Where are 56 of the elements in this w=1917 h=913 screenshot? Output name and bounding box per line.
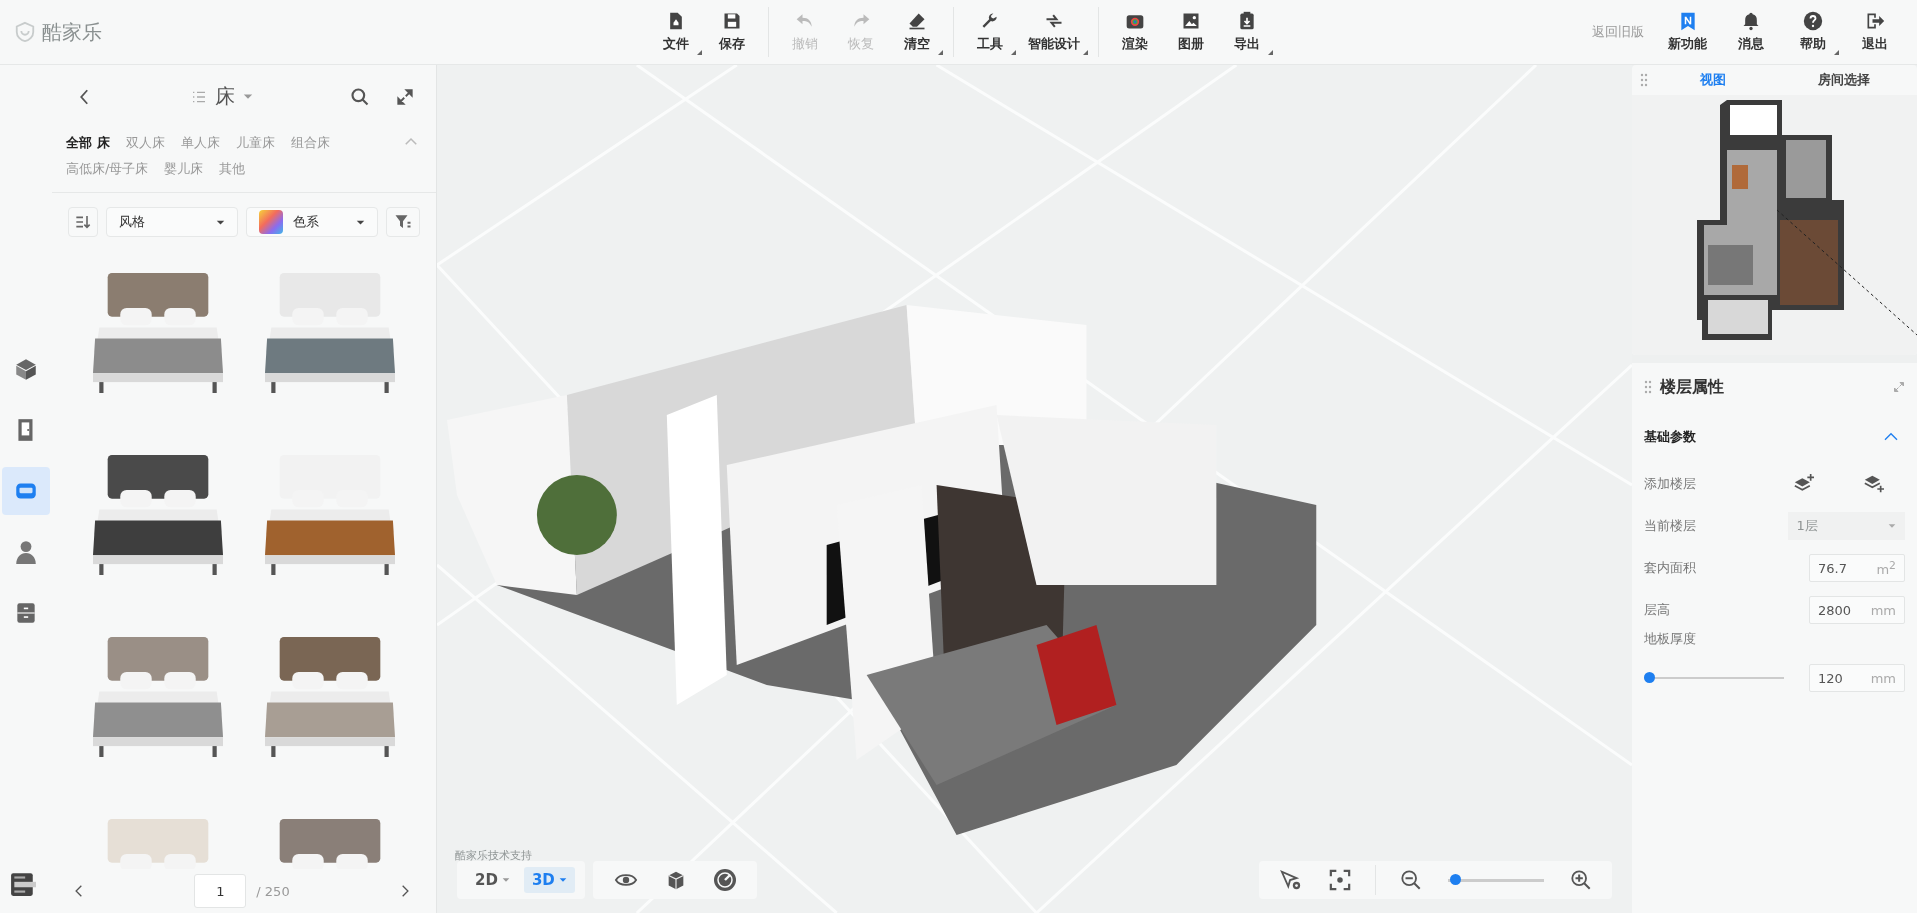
filter-dropdown[interactable]: 风格 xyxy=(106,207,238,237)
input-field[interactable]: 76.7 m$^{2}$ xyxy=(1809,554,1905,582)
field-label: 当前楼层 xyxy=(1644,517,1697,535)
person-icon xyxy=(13,539,39,565)
header-button[interactable]: 帮助 xyxy=(1785,7,1841,57)
toolbar-button[interactable]: 智能设计 xyxy=(1018,7,1090,57)
rail-button[interactable] xyxy=(2,467,50,515)
eraser-icon xyxy=(907,11,927,31)
toolbar-button[interactable]: 图册 xyxy=(1163,7,1219,57)
filter-icon xyxy=(394,213,412,231)
minimap-tab[interactable]: 视图 xyxy=(1648,70,1779,90)
sort-button[interactable] xyxy=(68,207,98,237)
sort-icon xyxy=(75,213,91,231)
drag-handle-icon xyxy=(1644,380,1652,394)
toolbar-button[interactable]: 保存 xyxy=(704,7,760,57)
header-button[interactable]: 新功能 xyxy=(1658,7,1717,57)
color-swatch-icon xyxy=(259,210,283,234)
slider-thumb[interactable] xyxy=(1644,672,1655,683)
panel-title: 楼层属性 xyxy=(1660,376,1725,398)
field-label: 层高 xyxy=(1644,601,1671,619)
toolbar-button[interactable]: 导出 xyxy=(1219,7,1275,57)
caret-icon xyxy=(1888,522,1896,530)
page-field[interactable]: 1 xyxy=(194,874,247,908)
search-icon xyxy=(350,86,370,107)
header-button[interactable]: 消息 xyxy=(1723,7,1779,57)
expand-icon xyxy=(1893,381,1905,393)
field-label: 添加楼层 xyxy=(1644,475,1697,493)
minimap-tab[interactable]: 房间选择 xyxy=(1778,70,1909,90)
input-field[interactable]: 120 mm xyxy=(1809,664,1905,692)
toolbar-button[interactable]: 渲染 xyxy=(1107,7,1163,57)
layout-icon xyxy=(10,871,36,897)
logo-text: 酷家乐 xyxy=(42,18,102,46)
image-icon xyxy=(1181,11,1201,31)
toolbar-button[interactable]: 文件 xyxy=(648,7,704,57)
toolbar-button[interactable]: 工具 xyxy=(962,7,1018,57)
drag-handle-icon xyxy=(1640,73,1648,87)
page-total: / 250 xyxy=(256,883,290,899)
input-field[interactable]: 2800 mm xyxy=(1809,596,1905,624)
logout-icon xyxy=(1865,11,1885,31)
category-chip[interactable]: 全部 床 xyxy=(66,134,110,152)
expand-icon xyxy=(396,87,414,106)
bell-icon xyxy=(1741,11,1761,31)
category-title[interactable]: 床 xyxy=(215,83,235,110)
section-title: 基础参数 xyxy=(1644,428,1697,446)
clipboard-icon xyxy=(1237,11,1257,31)
layers-plus-icon xyxy=(1793,474,1815,494)
toolbar-button[interactable]: 清空 xyxy=(889,7,945,57)
shield-icon xyxy=(14,21,36,43)
field-label: 地板厚度 xyxy=(1644,630,1697,648)
header-button[interactable]: 退出 xyxy=(1847,7,1903,57)
help-icon xyxy=(1803,11,1823,31)
field-label: 套内面积 xyxy=(1644,559,1697,577)
layers-plus-icon xyxy=(1863,474,1885,494)
filter-button[interactable] xyxy=(386,207,420,237)
save-icon xyxy=(722,11,742,31)
filter-dropdown[interactable]: 色系 xyxy=(246,207,378,237)
